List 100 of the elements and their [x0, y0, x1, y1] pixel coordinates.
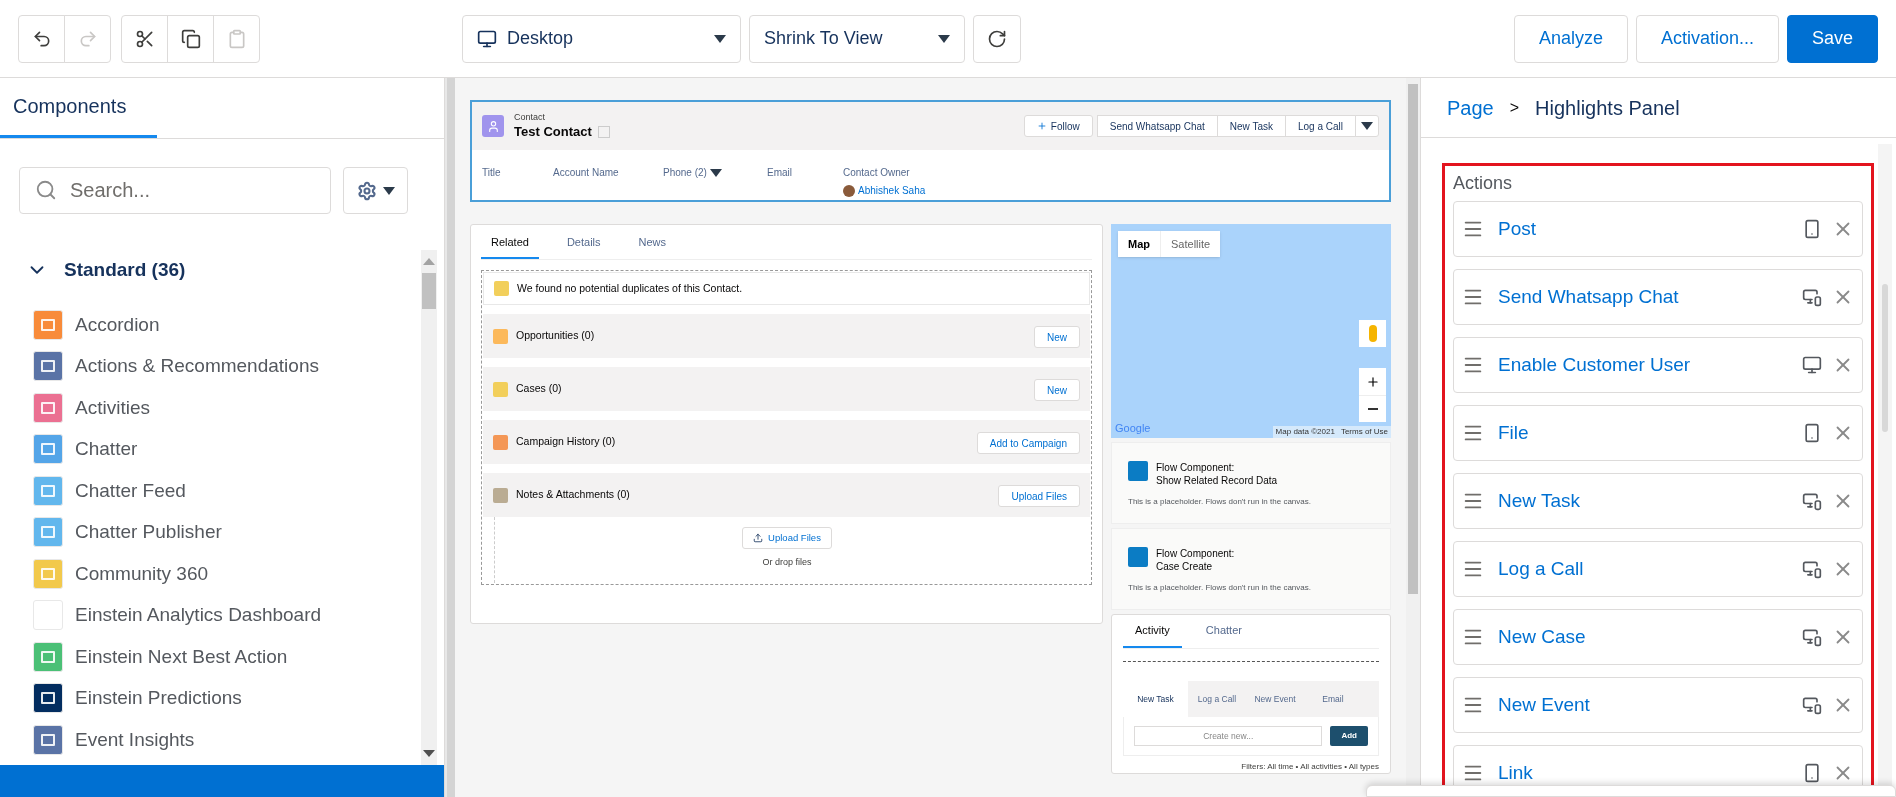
activity-tab[interactable]: Activity	[1123, 615, 1182, 648]
publisher-tab[interactable]: Email	[1304, 681, 1362, 717]
action-button[interactable]: Log a Call	[1284, 115, 1356, 137]
action-name[interactable]: Send Whatsapp Chat	[1498, 282, 1679, 312]
breadcrumb-link[interactable]: Page	[1447, 92, 1494, 123]
action-item[interactable]: Send Whatsapp Chat	[1453, 269, 1863, 325]
action-item[interactable]: Post	[1453, 201, 1863, 257]
record-tab[interactable]: Details	[556, 227, 611, 259]
record-tab[interactable]: Related	[481, 227, 539, 259]
avatar-icon	[843, 184, 855, 197]
highlights-panel[interactable]: Contact Test Contact Follow Send Whatsapp Chat New Task Log a Call Title Account Name Phone (2) Email Contact Owner Abhishek Saha	[470, 100, 1391, 202]
action-name[interactable]: File	[1498, 418, 1529, 448]
component-name[interactable]: Actions & Recommendations	[75, 352, 319, 381]
google-logo: Google	[1115, 420, 1151, 436]
action-item[interactable]: Enable Customer User	[1453, 337, 1863, 393]
breadcrumb-current: Highlights Panel	[1535, 95, 1680, 121]
scroll-up-icon[interactable]	[423, 258, 435, 265]
component-name[interactable]: Einstein Next Best Action	[75, 642, 288, 671]
component-name[interactable]: Chatter Feed	[75, 476, 186, 505]
toolbar-button[interactable]: Analyze	[1513, 14, 1628, 63]
action-button[interactable]: Send Whatsapp Chat	[1096, 115, 1218, 137]
scroll-down-icon[interactable]	[423, 750, 435, 757]
settings-button[interactable]	[343, 167, 408, 214]
related-list-button[interactable]: Upload Files	[998, 485, 1080, 508]
component-name[interactable]: Einstein Analytics Dashboard	[75, 601, 322, 630]
record-tab[interactable]: News	[628, 227, 677, 259]
action-name[interactable]: Log a Call	[1498, 554, 1584, 584]
caret-icon	[709, 168, 722, 177]
copy-button[interactable]	[167, 14, 214, 63]
scrollbar-thumb[interactable]	[1882, 284, 1888, 432]
action-item[interactable]: New Task	[1453, 473, 1863, 529]
related-list-title: Cases (0)	[516, 381, 562, 397]
action-name[interactable]: New Case	[1498, 622, 1586, 652]
action-button[interactable]: Follow	[1023, 115, 1093, 137]
scrollbar-thumb[interactable]	[1408, 84, 1418, 594]
map-type-toggle[interactable]: Map	[1118, 231, 1160, 257]
publisher-tab[interactable]: New Event	[1246, 681, 1304, 717]
action-item[interactable]: File	[1453, 405, 1863, 461]
related-list-title: Campaign History (0)	[516, 434, 616, 450]
plus-icon	[1036, 121, 1047, 131]
flow-note: This is a placeholder. Flows don't run in the canvas.	[1128, 582, 1312, 594]
field-label: Email	[767, 166, 793, 180]
zoom-select[interactable]: Shrink To View	[749, 14, 965, 63]
view-select[interactable]: Desktop	[462, 14, 741, 63]
action-item[interactable]: New Case	[1453, 609, 1863, 665]
more-actions-button[interactable]	[1355, 115, 1379, 137]
pegman-icon[interactable]	[1359, 320, 1386, 347]
activity-filters: Filters: All time • All activities • All types	[1240, 761, 1379, 773]
related-list-title: Opportunities (0)	[516, 328, 595, 344]
component-name[interactable]: Activities	[75, 393, 150, 422]
section-header[interactable]: Standard (36)	[0, 250, 186, 290]
scrollbar-thumb[interactable]	[422, 273, 436, 309]
field-label: Title	[482, 166, 502, 180]
publisher-tab[interactable]: Log a Call	[1188, 681, 1246, 717]
cut-icon	[134, 28, 155, 49]
add-button[interactable]: Add	[1330, 726, 1368, 746]
record-name: Test Contact	[514, 123, 592, 140]
refresh-button[interactable]	[973, 14, 1021, 63]
activity-tab[interactable]: Chatter	[1193, 615, 1254, 648]
component-name[interactable]: Chatter	[75, 435, 138, 464]
flow-card[interactable]: Flow Component: Case Create This is a placeholder. Flows don't run in the canvas.	[1111, 528, 1391, 610]
flow-icon	[1128, 547, 1148, 567]
component-name[interactable]: Chatter Publisher	[75, 518, 222, 547]
component-name[interactable]: Einstein Predictions	[75, 684, 242, 713]
action-name[interactable]: New Event	[1498, 690, 1590, 720]
flow-card[interactable]: Flow Component: Show Related Record Data This is a placeholder. Flows don't run in the canvas.	[1111, 442, 1391, 524]
map-type-toggle[interactable]: Satellite	[1160, 231, 1221, 257]
duplicate-icon	[494, 281, 509, 296]
toolbar-button[interactable]: Save	[1786, 14, 1878, 63]
caret-icon	[382, 186, 395, 195]
components-tab[interactable]: Components	[0, 77, 157, 138]
action-button[interactable]: New Task	[1216, 115, 1286, 137]
upload-files-button[interactable]: Upload Files	[742, 527, 832, 549]
related-list-button[interactable]: Add to Campaign	[976, 432, 1080, 455]
flow-icon	[1128, 461, 1148, 481]
create-new-field[interactable]: Create new...	[1134, 726, 1323, 746]
action-item[interactable]: New Event	[1453, 677, 1863, 733]
related-list-button[interactable]: New	[1034, 379, 1080, 402]
monitor-icon	[477, 28, 497, 49]
component-name[interactable]: Event Insights	[75, 725, 195, 754]
cut-button[interactable]	[121, 14, 168, 63]
toolbar-button[interactable]: Activation...	[1635, 14, 1779, 63]
action-name[interactable]: New Task	[1498, 486, 1580, 516]
action-name[interactable]: Link	[1498, 758, 1533, 788]
owner-link[interactable]: Abhishek Saha	[858, 183, 926, 198]
copy-icon	[180, 28, 201, 49]
component-name[interactable]: Community 360	[75, 559, 209, 588]
search-field[interactable]: Search...	[19, 167, 331, 214]
undo-button[interactable]	[18, 14, 65, 63]
terms-link[interactable]: Terms of Use	[1340, 426, 1388, 438]
caret-icon	[1361, 122, 1373, 130]
action-name[interactable]: Post	[1498, 214, 1537, 244]
component-name[interactable]: Accordion	[75, 310, 160, 339]
action-item[interactable]: Log a Call	[1453, 541, 1863, 597]
related-list-button[interactable]: New	[1034, 326, 1080, 349]
refresh-icon	[987, 28, 1007, 49]
publisher-tab[interactable]: New Task	[1123, 681, 1188, 717]
action-name[interactable]: Enable Customer User	[1498, 350, 1691, 380]
upload-icon	[753, 533, 764, 543]
flow-name: Case Create	[1156, 560, 1214, 573]
